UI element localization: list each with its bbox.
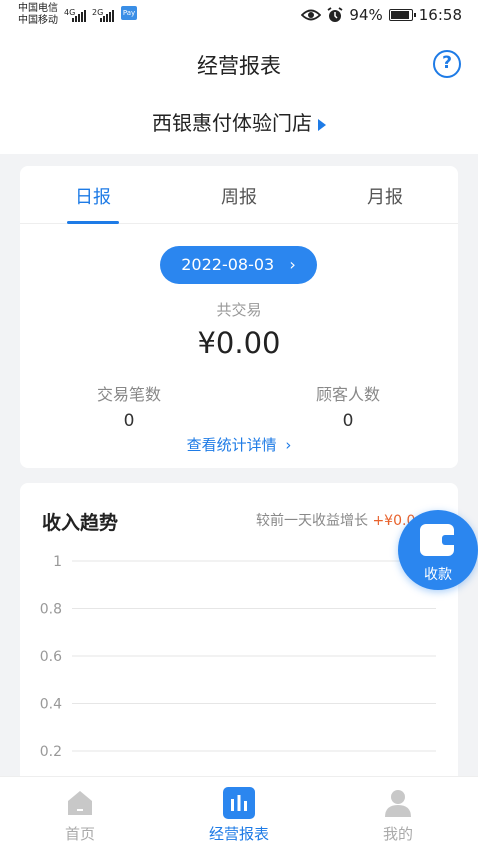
chevron-right-icon: › (285, 436, 292, 454)
caret-right-icon (318, 118, 326, 131)
battery-icon (388, 9, 416, 21)
chevron-right-icon: › (289, 255, 296, 274)
nav-profile[interactable]: 我的 (338, 777, 458, 850)
tab-monthly[interactable]: 月报 (345, 183, 425, 209)
trend-comparison-label: 较前一天收益增长 (256, 513, 368, 529)
trend-comparison: 较前一天收益增长 +¥0.0 (256, 510, 415, 530)
page-title: 经营报表 (197, 54, 281, 78)
report-tabs: 日报 周报 月报 (20, 166, 458, 224)
y-tick-label: 0.8 (40, 602, 62, 618)
customer-count-stat: 顾客人数 0 (268, 381, 428, 431)
transaction-count-label: 交易笔数 (96, 385, 161, 404)
carrier-1: 中国电信 (18, 3, 58, 14)
income-trend-card: 收入趋势 较前一天收益增长 +¥0.0 1 0.8 0.6 0.4 0.2 (20, 483, 458, 783)
nav-reports-label: 经营报表 (208, 825, 269, 843)
page-header: 经营报表 ? 西银惠付体验门店 (0, 34, 478, 154)
active-tab-indicator (67, 221, 119, 224)
total-amount: ¥0.00 (197, 326, 281, 360)
battery-percent: 94% (349, 6, 383, 24)
income-trend-chart: 1 0.8 0.6 0.4 0.2 (40, 554, 436, 760)
date-value: 2022-08-03 (181, 255, 275, 274)
customer-count-value: 0 (342, 411, 354, 431)
pay-notification-icon: Pay (121, 6, 137, 20)
eye-icon (301, 9, 322, 21)
view-details-link[interactable]: 查看统计详情 › (20, 434, 458, 455)
user-icon (385, 790, 411, 817)
date-picker-button[interactable]: 2022-08-03 › (160, 246, 317, 284)
customer-count-label: 顾客人数 (315, 385, 380, 404)
help-icon[interactable]: ? (433, 50, 461, 78)
daily-report-card: 日报 周报 月报 2022-08-03 › 共交易 ¥0.00 交易笔数 0 顾… (20, 166, 458, 468)
nav-home[interactable]: 首页 (20, 777, 140, 850)
alarm-icon (327, 7, 343, 22)
tab-daily[interactable]: 日报 (53, 183, 133, 209)
signal-icon (72, 10, 86, 22)
y-tick-label: 0.4 (40, 697, 62, 713)
wallet-icon (420, 524, 454, 556)
store-selector[interactable]: 西银惠付体验门店 (0, 107, 478, 136)
trend-title: 收入趋势 (42, 512, 119, 534)
transaction-count-value: 0 (123, 411, 135, 431)
tab-weekly[interactable]: 周报 (199, 183, 279, 209)
carrier-names: 中国电信 中国移动 (18, 3, 58, 27)
nav-reports[interactable]: 经营报表 (179, 777, 299, 850)
y-tick-label: 0.2 (40, 744, 62, 760)
store-name: 西银惠付体验门店 (152, 111, 312, 135)
signal-icon-2 (100, 10, 114, 22)
total-label: 共交易 (216, 301, 262, 319)
collect-payment-button[interactable]: 收款 (398, 510, 478, 590)
collect-payment-label: 收款 (424, 567, 452, 583)
clock: 16:58 (418, 6, 462, 24)
view-details-label: 查看统计详情 (186, 436, 277, 454)
transaction-count-stat: 交易笔数 0 (49, 381, 209, 431)
y-tick-label: 0.6 (40, 649, 62, 665)
bar-chart-icon (223, 787, 255, 819)
carrier-2: 中国移动 (18, 15, 58, 26)
status-bar: 中国电信 中国移动 4G 2G Pay 94% 16:58 (0, 0, 478, 34)
nav-profile-label: 我的 (382, 825, 413, 843)
y-tick-label: 1 (53, 554, 62, 570)
bottom-nav: 首页 经营报表 我的 (0, 776, 478, 850)
nav-home-label: 首页 (64, 825, 95, 843)
home-icon (68, 791, 92, 815)
